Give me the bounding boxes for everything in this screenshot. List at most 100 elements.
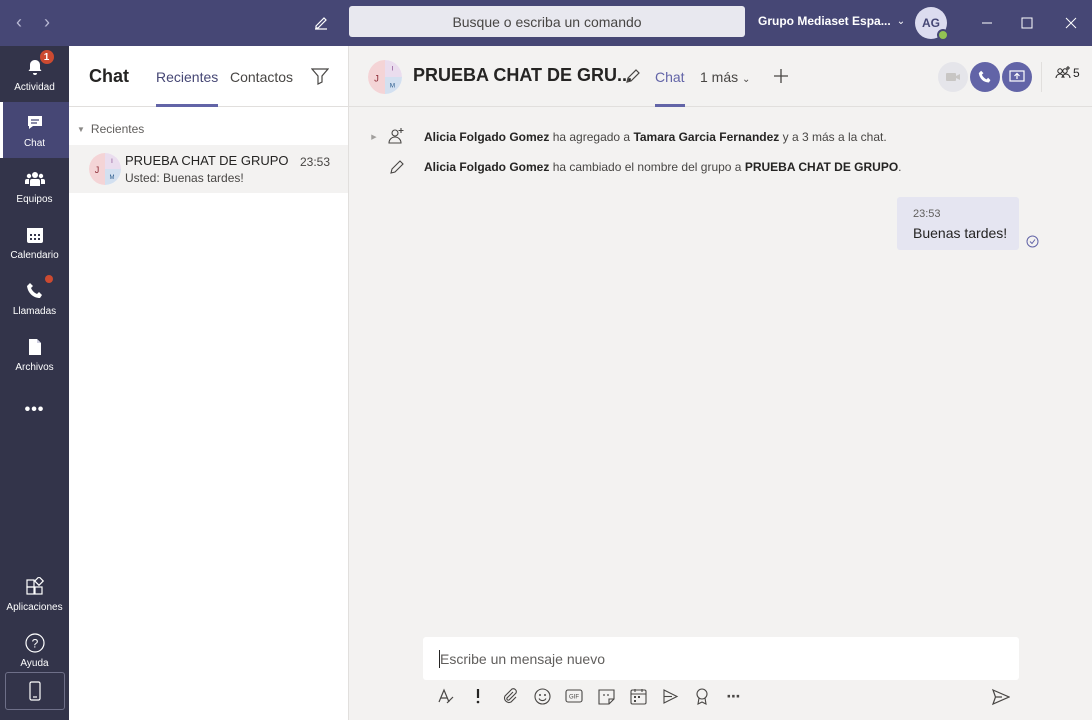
section-label: Recientes — [90, 122, 145, 136]
message-composer-input[interactable]: Escribe un mensaje nuevo — [423, 637, 1019, 680]
screen-share-icon — [1009, 70, 1025, 82]
apps-icon — [23, 575, 47, 599]
chat-preview: Usted: Buenas tardes! — [125, 171, 244, 185]
video-camera-icon — [946, 73, 960, 81]
mobile-phone-icon — [29, 681, 41, 701]
collapse-caret-icon: ▼ — [77, 124, 85, 134]
rail-item-aplicaciones[interactable]: Aplicaciones — [0, 566, 69, 622]
more-apps-button[interactable]: ••• — [0, 382, 69, 438]
phone-icon — [978, 70, 991, 83]
filter-icon[interactable] — [310, 67, 331, 87]
system-target: PRUEBA CHAT DE GRUPO — [744, 160, 899, 174]
rename-pencil-icon[interactable] — [625, 68, 641, 89]
group-avatar: J I M — [89, 153, 121, 185]
back-arrow-icon[interactable]: ‹ — [12, 12, 26, 32]
tab-more-label: 1 más — [700, 69, 739, 85]
minimize-icon[interactable] — [976, 12, 998, 34]
forward-arrow-icon[interactable]: › — [40, 12, 54, 32]
svg-text:?: ? — [31, 637, 38, 651]
rail-item-archivos[interactable]: Archivos — [0, 326, 69, 382]
calendar-icon — [23, 223, 47, 247]
system-text: y a 3 más a la chat. — [779, 130, 887, 144]
more-options-glyph: ⋯ — [726, 687, 742, 704]
share-screen-button[interactable] — [1002, 62, 1032, 92]
audio-call-button[interactable] — [970, 62, 1000, 92]
search-command-box[interactable]: Busque o escriba un comando — [349, 6, 745, 37]
tab-contactos[interactable]: Contactos — [230, 69, 293, 85]
send-icon[interactable] — [991, 688, 1012, 708]
rail-item-chat[interactable]: Chat — [0, 102, 69, 158]
rail-item-calendario[interactable]: Calendario — [0, 214, 69, 270]
chat-list-panel: Chat Recientes Contactos ▼ Recientes J I… — [69, 46, 349, 720]
rail-item-actividad[interactable]: 1 Actividad — [0, 46, 69, 102]
rail-item-ayuda[interactable]: ? Ayuda — [0, 622, 69, 678]
chat-list-item[interactable]: J I M PRUEBA CHAT DE GRUPO 23:53 Usted: … — [69, 145, 348, 193]
user-avatar[interactable]: AG — [915, 7, 949, 41]
section-recientes[interactable]: ▼ Recientes — [77, 122, 144, 136]
avatar-initial: J — [95, 165, 100, 175]
attach-icon[interactable] — [500, 686, 520, 706]
praise-icon[interactable] — [692, 686, 712, 706]
rail-label: Actividad — [14, 82, 55, 93]
history-nav: ‹ › — [12, 12, 54, 32]
chat-time: 23:53 — [299, 155, 330, 169]
user-initials: AG — [922, 16, 940, 30]
video-call-button[interactable] — [938, 62, 968, 92]
avatar-initial: I — [392, 66, 394, 73]
important-icon[interactable] — [468, 686, 488, 706]
format-icon[interactable] — [436, 686, 456, 706]
chevron-down-icon: ⌄ — [896, 15, 906, 27]
system-text: . — [898, 160, 902, 174]
rail-label: Calendario — [10, 250, 59, 261]
composer-placeholder: Escribe un mensaje nuevo — [440, 650, 605, 667]
pencil-icon — [387, 157, 407, 177]
org-switcher[interactable]: Grupo Mediaset Espa... ⌄ — [758, 14, 905, 28]
mobile-app-button[interactable] — [5, 672, 65, 710]
search-placeholder: Busque o escriba un comando — [452, 13, 642, 30]
system-actor: Alicia Folgado Gomez — [424, 130, 550, 144]
title-bar: ‹ › Busque o escriba un comando Grupo Me… — [0, 0, 1092, 46]
expand-caret-icon[interactable]: ▶ — [370, 127, 378, 147]
my-message-bubble[interactable]: 23:53 Buenas tardes! — [897, 197, 1019, 250]
tab-chat[interactable]: Chat — [655, 69, 685, 107]
system-text: ha cambiado el nombre del grupo a — [549, 160, 745, 174]
message-time: 23:53 — [913, 208, 941, 220]
rail-label: Llamadas — [12, 306, 57, 317]
rail-item-equipos[interactable]: Equipos — [0, 158, 69, 214]
activity-badge: 1 — [38, 49, 55, 65]
app-rail: 1 Actividad Chat Equipos Calendario Llam… — [0, 46, 69, 720]
gif-icon[interactable]: GIF — [564, 686, 584, 706]
system-actor: Alicia Folgado Gomez — [424, 160, 550, 174]
participants-count: 5 — [1073, 66, 1080, 80]
emoji-icon[interactable] — [532, 686, 552, 706]
svg-text:GIF: GIF — [569, 695, 579, 701]
avatar-initial: M — [110, 175, 115, 181]
new-chat-compose-icon[interactable] — [310, 12, 332, 34]
bell-icon: 1 — [23, 49, 55, 79]
tab-more[interactable]: 1 más ⌄ — [700, 69, 750, 85]
chat-list-title: Chat — [89, 66, 129, 86]
composer-toolbar: GIF ⋯ — [436, 686, 744, 706]
chevron-down-icon: ⌄ — [742, 74, 751, 85]
stream-icon[interactable] — [660, 686, 680, 706]
participants-button[interactable]: 5 — [1055, 66, 1080, 80]
close-icon[interactable] — [1060, 12, 1082, 34]
phone-icon — [23, 275, 53, 303]
avatar-initial: J — [374, 73, 379, 84]
sticker-icon[interactable] — [596, 686, 616, 706]
schedule-meeting-icon[interactable] — [628, 686, 648, 706]
group-avatar: J I M — [368, 60, 402, 94]
chat-list-header: Chat Recientes Contactos — [69, 46, 348, 107]
add-tab-plus-icon[interactable] — [773, 68, 789, 89]
help-icon: ? — [23, 631, 47, 655]
system-text: ha agregado a — [549, 130, 634, 144]
more-options-icon[interactable]: ⋯ — [724, 686, 744, 706]
system-message: Alicia Folgado Gomez ha agregado a Tamar… — [424, 130, 887, 144]
tab-recientes[interactable]: Recientes — [156, 69, 219, 107]
header-divider — [1041, 62, 1042, 92]
person-add-icon — [386, 126, 406, 146]
rail-item-llamadas[interactable]: Llamadas — [0, 270, 69, 326]
conversation-header: J I M PRUEBA CHAT DE GRU... Chat 1 más ⌄… — [349, 46, 1092, 107]
maximize-icon[interactable] — [1016, 12, 1038, 34]
presence-available-icon — [937, 29, 949, 41]
